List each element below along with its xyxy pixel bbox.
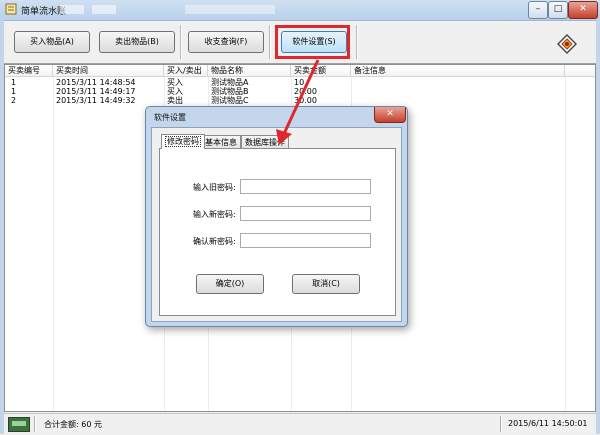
tab-label: 修改密码	[165, 136, 201, 147]
annotation-arrow	[276, 59, 320, 145]
tab-change-password[interactable]: 修改密码	[161, 134, 205, 149]
